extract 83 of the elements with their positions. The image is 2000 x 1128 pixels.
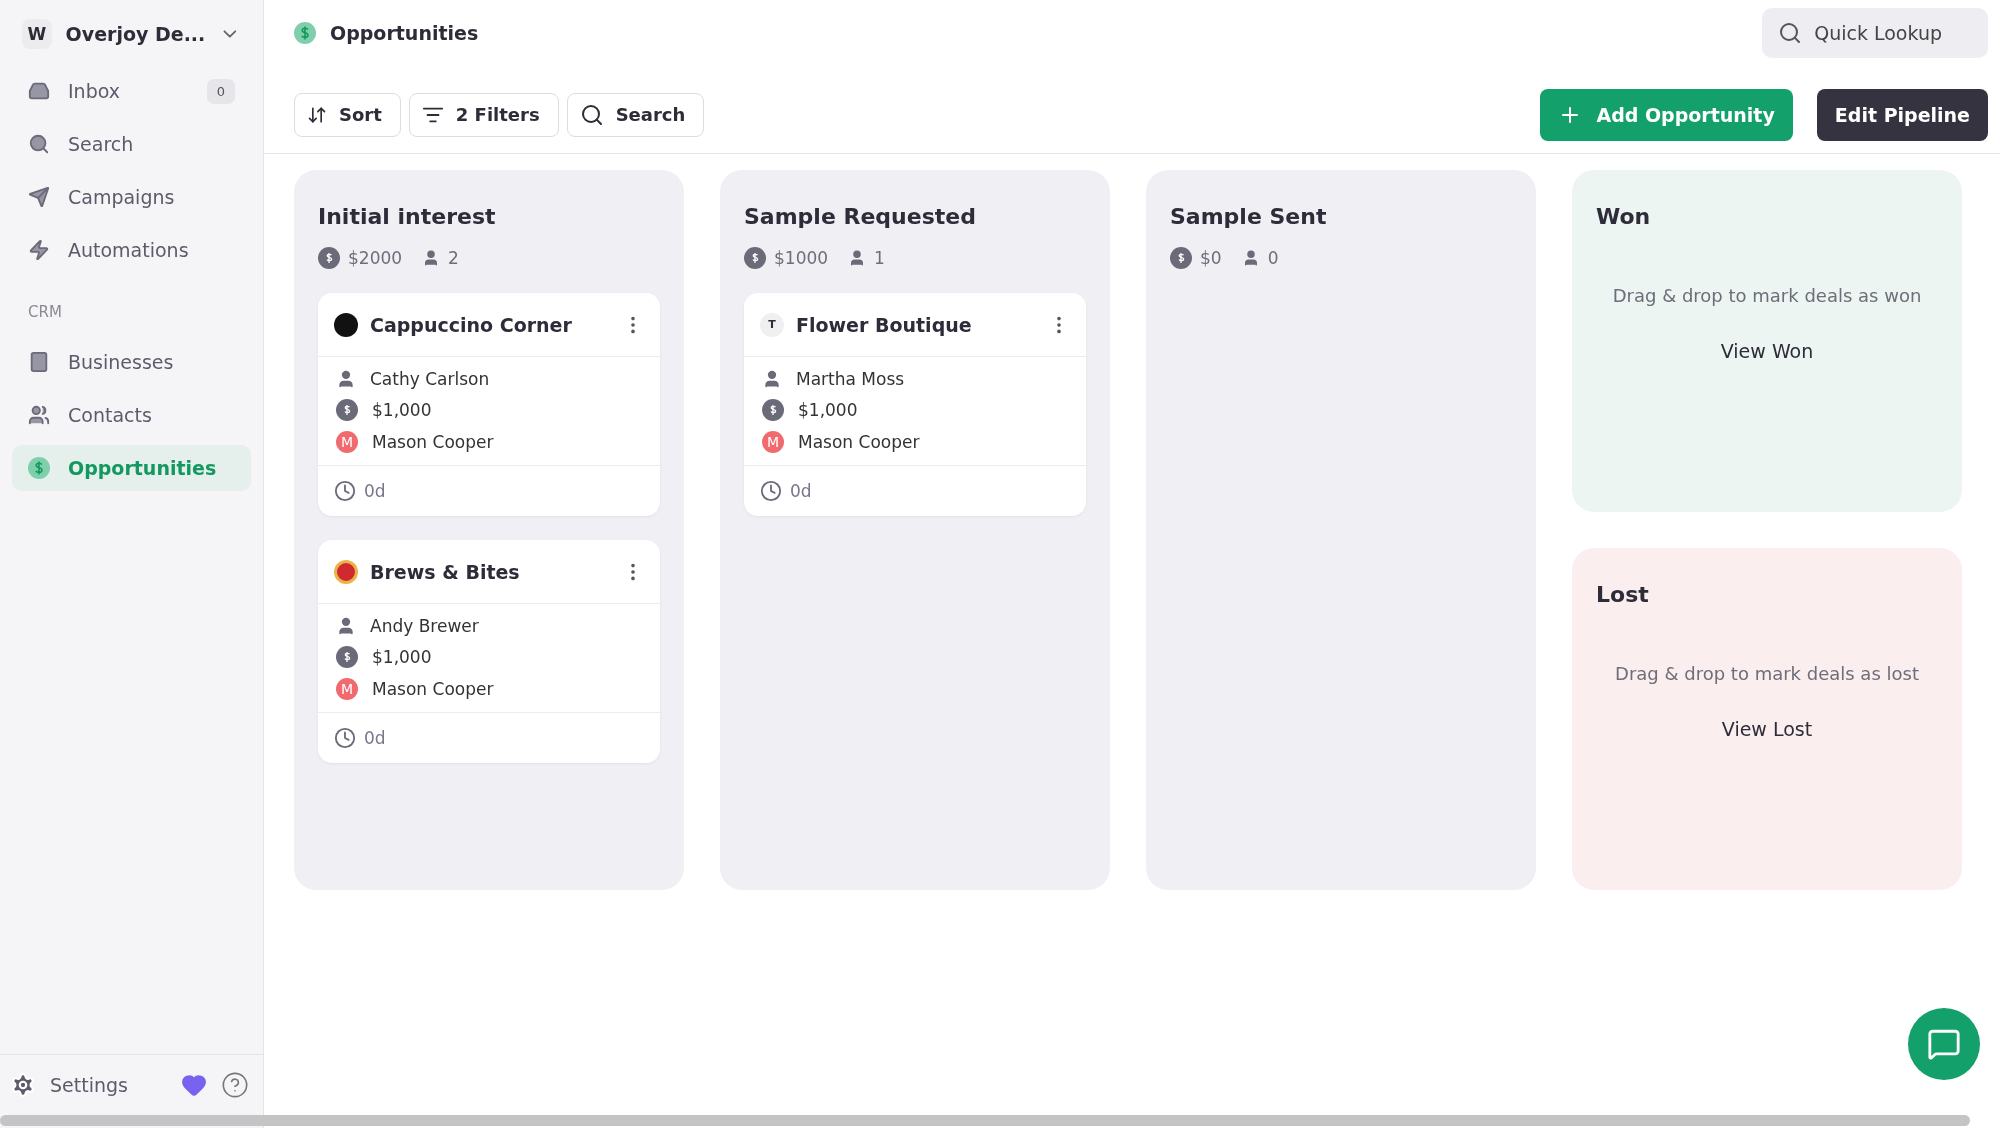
dollar-icon	[336, 646, 358, 668]
sidebar-item[interactable]: Inbox 0	[12, 68, 251, 114]
building-icon	[28, 351, 50, 373]
workspace-initial: W	[22, 19, 52, 49]
count-badge: 0	[206, 78, 235, 104]
dollar-icon	[294, 22, 316, 44]
company-name: Cappuccino Corner	[370, 313, 573, 336]
owner-avatar: M	[336, 431, 358, 453]
deal-age: 0d	[790, 481, 812, 501]
column-title: Sample Requested	[744, 204, 977, 229]
opportunity-card[interactable]: Cappuccino Corner Cathy Carlson $1,000 M Mason Cooper 0d	[318, 293, 660, 516]
column-total: $2000	[348, 248, 403, 268]
company-name: Brews & Bites	[370, 560, 521, 583]
help-icon[interactable]	[221, 1070, 249, 1099]
deal-value: $1,000	[798, 400, 858, 420]
page-title: Opportunities	[330, 22, 480, 44]
owner-avatar: M	[762, 431, 784, 453]
column-title: Won	[1596, 204, 1652, 229]
column-title: Initial interest	[318, 204, 497, 229]
column-count: 1	[874, 248, 885, 268]
contact-name: Cathy Carlson	[370, 369, 490, 389]
sidebar-item[interactable]: Campaigns	[12, 174, 251, 220]
owner-avatar: M	[336, 678, 358, 700]
sidebar-item[interactable]: Automations	[12, 227, 251, 273]
search-icon	[28, 133, 50, 155]
paper-plane-icon	[28, 186, 50, 208]
deal-value: $1,000	[372, 647, 432, 667]
owner-name: Mason Cooper	[372, 432, 494, 452]
company-name: Flower Boutique	[796, 313, 973, 336]
deal-value: $1,000	[372, 400, 432, 420]
inbox-icon	[28, 80, 50, 102]
people-icon	[28, 404, 50, 426]
person-icon	[336, 369, 356, 389]
settings-icon[interactable]	[10, 1071, 36, 1098]
column-total: $0	[1200, 248, 1222, 268]
column-title: Sample Sent	[1170, 204, 1328, 229]
view-link[interactable]: View Lost	[1721, 718, 1813, 740]
column-count: 2	[448, 248, 459, 268]
filters-button[interactable]: 2 Filters	[408, 92, 559, 137]
horizontal-scrollbar[interactable]	[0, 1115, 1970, 1126]
clock-icon	[334, 727, 356, 749]
company-logo: T	[760, 312, 784, 337]
dollar-icon	[28, 457, 50, 479]
workspace-switcher[interactable]: W Overjoy De...	[12, 14, 251, 54]
drop-hint: Drag & drop to mark deals as won	[1612, 285, 1922, 306]
clock-icon	[760, 480, 782, 502]
opportunity-card[interactable]: T Flower Boutique Martha Moss $1,000 M Mason Cooper 0d	[744, 293, 1086, 516]
company-logo	[334, 559, 358, 584]
column-title: Lost	[1596, 582, 1650, 607]
company-logo	[334, 312, 358, 337]
person-icon	[336, 616, 356, 636]
column-count: 0	[1267, 248, 1279, 268]
search-icon	[1778, 21, 1803, 45]
column-total: $1000	[774, 248, 829, 268]
search-button[interactable]: Search	[566, 92, 705, 137]
deal-age: 0d	[364, 728, 386, 748]
contact-name: Martha Moss	[796, 369, 905, 389]
owner-name: Mason Cooper	[798, 432, 920, 452]
owner-name: Mason Cooper	[372, 679, 494, 699]
sort-button[interactable]: Sort	[294, 92, 401, 137]
chat-icon	[1927, 1027, 1961, 1061]
edit-pipeline-button[interactable]: Edit Pipeline	[1816, 88, 1988, 141]
clock-icon	[334, 480, 356, 502]
opportunity-card[interactable]: Brews & Bites Andy Brewer $1,000 M Mason Cooper 0d	[318, 540, 660, 763]
settings-link[interactable]: Settings	[50, 1073, 167, 1096]
dollar-icon	[1170, 247, 1192, 269]
view-link[interactable]: View Won	[1720, 340, 1814, 362]
dollar-icon	[318, 247, 340, 269]
person-icon	[762, 369, 782, 389]
sidebar-item[interactable]: Search	[12, 121, 251, 167]
sidebar-item[interactable]: Contacts	[12, 392, 251, 438]
drop-hint: Drag & drop to mark deals as lost	[1615, 663, 1919, 684]
quick-lookup-field[interactable]: Quick Lookup	[1762, 8, 1988, 58]
search-icon	[579, 102, 604, 127]
dollar-icon	[744, 247, 766, 269]
workspace-name: Overjoy De...	[65, 23, 206, 45]
deal-age: 0d	[364, 481, 386, 501]
contact-name: Andy Brewer	[370, 616, 479, 636]
lightning-icon	[28, 239, 50, 261]
dollar-icon	[762, 399, 784, 421]
section-heading: CRM	[27, 303, 63, 321]
dollar-icon	[336, 399, 358, 421]
sidebar-item[interactable]: Businesses	[12, 339, 251, 385]
